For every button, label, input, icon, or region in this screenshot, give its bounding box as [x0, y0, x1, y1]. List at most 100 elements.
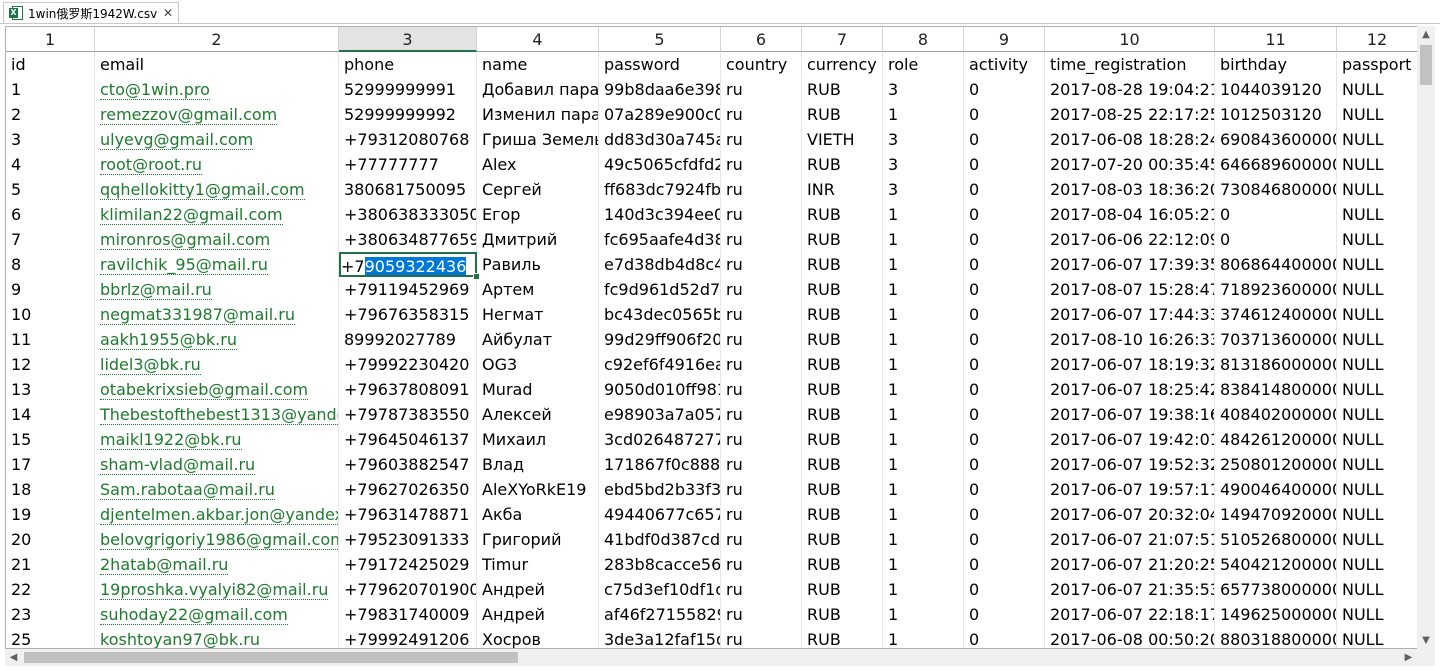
email-link[interactable]: bbrlz@mail.ru	[100, 280, 212, 300]
table-cell[interactable]: ru	[721, 527, 802, 552]
table-cell[interactable]: 1	[883, 577, 964, 602]
table-cell[interactable]: ru	[721, 552, 802, 577]
table-cell[interactable]: 1	[883, 427, 964, 452]
table-cell[interactable]: NULL	[1337, 577, 1417, 602]
table-cell[interactable]: Thebestofthebest1313@yandex.ru	[95, 402, 339, 427]
table-cell[interactable]: 8	[6, 252, 95, 277]
table-cell[interactable]: NULL	[1337, 352, 1417, 377]
table-cell[interactable]: 52999999992	[339, 102, 477, 127]
table-cell[interactable]: 0	[1215, 202, 1337, 227]
table-cell[interactable]: NULL	[1337, 277, 1417, 302]
vertical-scroll-thumb[interactable]	[1420, 45, 1432, 85]
table-cell[interactable]: Акба	[477, 502, 599, 527]
table-cell[interactable]: fc9d961d52d77	[599, 277, 721, 302]
table-cell[interactable]: 2017-06-07 21:35:53	[1045, 577, 1215, 602]
table-cell[interactable]: INR	[802, 177, 883, 202]
table-cell[interactable]: 0	[964, 377, 1045, 402]
table-cell[interactable]: 2017-06-08 18:28:24	[1045, 127, 1215, 152]
email-link[interactable]: 2hatab@mail.ru	[100, 555, 229, 575]
email-link[interactable]: aakh1955@bk.ru	[100, 330, 237, 350]
table-cell[interactable]: 3	[883, 177, 964, 202]
email-link[interactable]: qqhellokitty1@gmail.com	[100, 180, 305, 200]
column-header-6[interactable]: 6	[721, 27, 802, 52]
table-cell[interactable]: 17	[6, 452, 95, 477]
table-cell[interactable]: 730846800000	[1215, 177, 1337, 202]
table-cell[interactable]: Артем	[477, 277, 599, 302]
table-cell[interactable]: ru	[721, 177, 802, 202]
table-cell[interactable]: RUB	[802, 77, 883, 102]
table-cell[interactable]: 1	[883, 627, 964, 648]
table-cell[interactable]: 3de3a12faf15d0	[599, 627, 721, 648]
table-cell[interactable]: 3	[883, 152, 964, 177]
table-cell[interactable]: Айбулат	[477, 327, 599, 352]
email-link[interactable]: mironros@gmail.com	[100, 230, 271, 250]
table-cell[interactable]: ru	[721, 227, 802, 252]
column-header-4[interactable]: 4	[477, 27, 599, 52]
column-header-8[interactable]: 8	[883, 27, 964, 52]
table-cell[interactable]: root@root.ru	[95, 152, 339, 177]
table-cell[interactable]: 20	[6, 527, 95, 552]
scroll-left-icon[interactable]: ◀	[5, 649, 22, 666]
table-cell[interactable]: +79627026350	[339, 477, 477, 502]
table-cell[interactable]: ru	[721, 102, 802, 127]
table-cell[interactable]: 374612400000	[1215, 302, 1337, 327]
header-cell-birthday[interactable]: birthday	[1215, 52, 1337, 77]
table-cell[interactable]: OG3	[477, 352, 599, 377]
email-link[interactable]: 19proshka.vyalyi82@mail.ru	[100, 580, 329, 600]
table-cell[interactable]: ru	[721, 502, 802, 527]
table-cell[interactable]: ru	[721, 152, 802, 177]
table-cell[interactable]: 0	[964, 402, 1045, 427]
table-cell[interactable]: 0	[964, 252, 1045, 277]
table-cell[interactable]: 1	[883, 527, 964, 552]
table-cell[interactable]: Алексей	[477, 402, 599, 427]
table-cell[interactable]: 0	[1215, 227, 1337, 252]
table-cell[interactable]: 2hatab@mail.ru	[95, 552, 339, 577]
table-cell[interactable]: Григорий	[477, 527, 599, 552]
table-cell[interactable]: 0	[964, 127, 1045, 152]
table-cell[interactable]: Андрей	[477, 577, 599, 602]
table-cell[interactable]: +77777777	[339, 152, 477, 177]
email-link[interactable]: negmat331987@mail.ru	[100, 305, 295, 325]
table-cell[interactable]: 2017-08-25 22:17:25	[1045, 102, 1215, 127]
table-cell[interactable]: RUB	[802, 227, 883, 252]
table-cell[interactable]: dd83d30a745a5	[599, 127, 721, 152]
table-cell[interactable]: 0	[964, 327, 1045, 352]
header-cell-passport[interactable]: passport	[1337, 52, 1417, 77]
table-cell[interactable]: ru	[721, 77, 802, 102]
header-cell-password[interactable]: password	[599, 52, 721, 77]
table-cell[interactable]: 703713600000	[1215, 327, 1337, 352]
table-cell[interactable]: NULL	[1337, 377, 1417, 402]
table-cell[interactable]: NULL	[1337, 302, 1417, 327]
table-cell[interactable]: ru	[721, 352, 802, 377]
table-cell[interactable]: klimilan22@gmail.com	[95, 202, 339, 227]
table-cell[interactable]: +380638333050	[339, 202, 477, 227]
table-cell[interactable]: ru	[721, 602, 802, 627]
table-cell[interactable]: 2017-06-07 19:52:32	[1045, 452, 1215, 477]
table-cell[interactable]: 510526800000	[1215, 527, 1337, 552]
table-cell[interactable]: Равиль	[477, 252, 599, 277]
active-cell[interactable]: +79059322436	[339, 252, 477, 277]
table-cell[interactable]: 0	[964, 152, 1045, 177]
table-cell[interactable]: 0	[964, 177, 1045, 202]
email-link[interactable]: maikl1922@bk.ru	[100, 430, 242, 450]
table-cell[interactable]: RUB	[802, 502, 883, 527]
table-cell[interactable]: 2017-08-07 15:28:47	[1045, 277, 1215, 302]
table-cell[interactable]: 5	[6, 177, 95, 202]
table-cell[interactable]: 9	[6, 277, 95, 302]
table-cell[interactable]: 6	[6, 202, 95, 227]
table-cell[interactable]: 0	[964, 527, 1045, 552]
email-link[interactable]: belovgrigoriy1986@gmail.com	[100, 530, 338, 550]
table-cell[interactable]: 1044039120	[1215, 77, 1337, 102]
table-cell[interactable]: 0	[964, 502, 1045, 527]
table-cell[interactable]: +79676358315	[339, 302, 477, 327]
table-cell[interactable]: 0	[964, 277, 1045, 302]
table-cell[interactable]: RUB	[802, 302, 883, 327]
column-header-12[interactable]: 12	[1337, 27, 1417, 52]
scroll-up-icon[interactable]: ▲	[1417, 26, 1435, 43]
table-cell[interactable]: NULL	[1337, 452, 1417, 477]
table-cell[interactable]: 23	[6, 602, 95, 627]
table-cell[interactable]: 2017-06-07 19:42:01	[1045, 427, 1215, 452]
table-cell[interactable]: NULL	[1337, 152, 1417, 177]
table-cell[interactable]: +779620701900	[339, 577, 477, 602]
vertical-scrollbar[interactable]: ▲ ▼	[1417, 26, 1435, 649]
